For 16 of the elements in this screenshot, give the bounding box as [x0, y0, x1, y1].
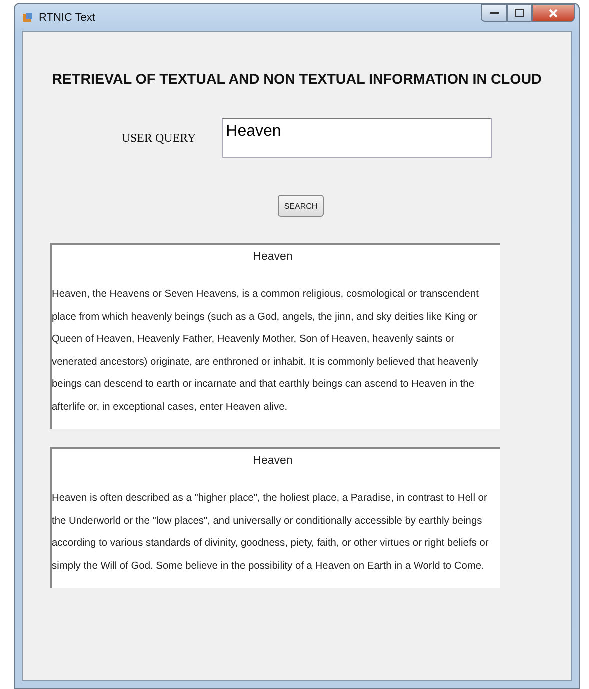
result-text: Heaven is often described as a "higher place", the holiest place, a Paradise, in contrast to Hell or the Underworld or the "low places", and universally or conditionally accessible by earthly beings according to various standards of divinity, goodness, piety, faith, or other virtues or right beliefs or simply the Will of God. Some believe in the possibility of a Heaven on Earth in a World to Come. [52, 492, 490, 574]
result-text: Heaven, the Heavens or Seven Heavens, is a common religious, cosmological or transcendent place from which heavenly beings (such as a God, angels, the jinn, and sky deities like King or Queen of Heaven, Heavenly Father, Heavenly Mother, Son of Heaven, heavenly saints or venerated ancestors) originate, are enthroned or inhabit. It is commonly believed that heavenly beings can descend to earth or incarnate and that earthly beings can ascend to Heaven in the afterlife or, in exceptional cases, enter Heaven alive. [52, 288, 480, 414]
search-button[interactable]: SEARCH [278, 195, 324, 217]
query-field[interactable]: Heaven [222, 118, 492, 158]
close-button[interactable] [532, 4, 575, 22]
result-title: Heaven [252, 251, 294, 263]
app-icon [22, 12, 34, 24]
close-icon [549, 8, 558, 18]
maximize-icon [515, 9, 524, 17]
query-label: USER QUERY [122, 130, 196, 146]
window-title: RTNIC Text [39, 12, 96, 24]
minimize-icon [490, 11, 498, 15]
minimize-button[interactable] [481, 4, 507, 22]
app-heading: RETRIEVAL OF TEXTUAL AND NON TEXTUAL INFORMATION IN CLOUD [52, 72, 542, 88]
maximize-button[interactable] [507, 4, 532, 22]
result-title: Heaven [252, 455, 294, 467]
